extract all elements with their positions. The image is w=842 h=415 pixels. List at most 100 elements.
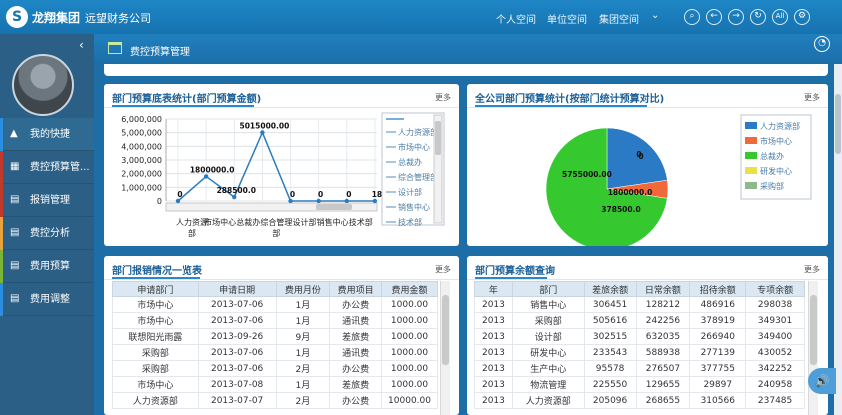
- table-row[interactable]: 人力资源部 2013-07-07 2月 办公费 10000.00: [112, 392, 438, 409]
- search-icon[interactable]: ⌕: [684, 9, 700, 25]
- table-cell: 2013: [474, 392, 513, 409]
- page-scrollbar-thumb[interactable]: [835, 94, 841, 154]
- sidebar-item-expense-budget-plan[interactable]: ▤ 费用预算: [0, 250, 94, 283]
- table-cell: 588938: [635, 344, 691, 361]
- pie-data-label: 1800000.0: [608, 188, 653, 197]
- balance-table-scrollbar[interactable]: [808, 281, 818, 415]
- legend-label: 人力资源部: [760, 121, 800, 131]
- table-row[interactable]: 市场中心 2013-07-06 1月 办公费 1000.00: [112, 296, 438, 313]
- expense-header-cell[interactable]: 申请日期: [197, 281, 277, 297]
- table-row[interactable]: 2013 采购部 505616 242256 378919 349301: [474, 312, 805, 329]
- breadcrumb: 费控预算管理 ◔: [94, 34, 842, 64]
- table-row[interactable]: 2013 物流管理 225550 129655 29897 240958: [474, 376, 805, 393]
- data-label: 0: [318, 190, 323, 199]
- table-row[interactable]: 2013 设计部 302515 632035 266940 349400: [474, 328, 805, 345]
- module-icon: [108, 42, 122, 54]
- expense-table-scrollbar[interactable]: [440, 281, 450, 415]
- panel-dept-budget-chart: 部门预算底表统计(部门预算金额) 更多 6,000,000 5,000,000 4,…: [104, 84, 459, 246]
- table-cell: 1月: [275, 296, 331, 313]
- collapse-sidebar-icon[interactable]: ‹: [79, 38, 84, 52]
- speaker-icon[interactable]: 🔊: [808, 368, 836, 394]
- legend-label: 总裁办: [760, 151, 784, 161]
- table-row[interactable]: 市场中心 2013-07-08 1月 差旅费 1000.00: [112, 376, 438, 393]
- table-cell: 2013: [474, 344, 513, 361]
- balance-header-cell[interactable]: 专项余额: [745, 281, 805, 297]
- x-tick-label: 市场中心: [204, 217, 236, 227]
- x-tick-label: 总裁办: [236, 217, 260, 227]
- table-cell: 128212: [635, 296, 691, 313]
- more-link[interactable]: 更多: [804, 264, 820, 275]
- table-row[interactable]: 联想阳光雨露 2013-09-26 9月 差旅费 1000.00: [112, 328, 438, 345]
- refresh-icon[interactable]: ↻: [750, 9, 766, 25]
- scrollbar-thumb[interactable]: [442, 295, 449, 365]
- avatar[interactable]: [12, 54, 74, 116]
- company-name: 龙翔集团: [32, 11, 81, 25]
- sidebar-item-expense-adjust[interactable]: ▤ 费用调整: [0, 283, 94, 316]
- expense-header-cell[interactable]: 费用项目: [329, 281, 383, 297]
- table-cell: 市场中心: [112, 312, 199, 329]
- balance-header-cell[interactable]: 部门: [511, 281, 585, 297]
- table-cell: 2013: [474, 376, 513, 393]
- all-icon[interactable]: All: [772, 9, 788, 25]
- sidebar-item-cost-analysis[interactable]: ▤ 费控分析: [0, 217, 94, 250]
- legend-label: 市场中心: [398, 142, 430, 152]
- chevron-down-icon[interactable]: ⌄: [651, 10, 659, 21]
- table-cell: 市场中心: [112, 376, 199, 393]
- clock-icon[interactable]: ◔: [814, 36, 830, 52]
- doc-icon: ▤: [10, 260, 20, 271]
- legend-label: 设计部: [398, 187, 422, 197]
- page-scrollbar[interactable]: [834, 64, 842, 415]
- sidebar-item-expense-budget[interactable]: ▦ 费控预算管...: [0, 151, 94, 184]
- sidebar-accent: [0, 118, 3, 151]
- legend-swatch: [745, 137, 757, 144]
- table-cell: 2013-07-06: [197, 344, 277, 361]
- panel-header: 部门预算余额查询 更多: [467, 256, 828, 280]
- nav-personal-space[interactable]: 个人空间: [496, 11, 536, 26]
- table-row[interactable]: 市场中心 2013-07-06 1月 通讯费 1000.00: [112, 312, 438, 329]
- sidebar-item-my-shortcuts[interactable]: ▲ 我的快捷: [0, 118, 94, 151]
- more-link[interactable]: 更多: [435, 264, 451, 275]
- back-icon[interactable]: ←: [706, 9, 722, 25]
- table-row[interactable]: 2013 销售中心 306451 128212 486916 298038: [474, 296, 805, 313]
- panel-header: 部门报销情况一览表 更多: [104, 256, 459, 280]
- table-cell: 310566: [689, 392, 747, 409]
- legend-swatch: [745, 122, 757, 129]
- table-cell: 研发中心: [511, 344, 585, 361]
- legend-label: 研发中心: [760, 166, 792, 176]
- table-cell: 办公费: [329, 360, 383, 377]
- table-cell: 2013: [474, 296, 513, 313]
- nav-group-space[interactable]: 集团空间: [599, 11, 639, 26]
- balance-header-cell[interactable]: 日常余额: [635, 281, 691, 297]
- table-row[interactable]: 采购部 2013-07-06 1月 通讯费 1000.00: [112, 344, 438, 361]
- expense-header-cell[interactable]: 费用金额: [381, 281, 438, 297]
- table-cell: 市场中心: [112, 296, 199, 313]
- expense-header-cell[interactable]: 申请部门: [112, 281, 199, 297]
- balance-header-cell[interactable]: 差旅余额: [583, 281, 637, 297]
- settings-icon[interactable]: ⚙: [794, 9, 810, 25]
- balance-header-cell[interactable]: 招待余额: [689, 281, 747, 297]
- table-cell: 2013: [474, 312, 513, 329]
- forward-icon[interactable]: →: [728, 9, 744, 25]
- title-underline: [475, 105, 647, 107]
- more-link[interactable]: 更多: [435, 92, 451, 103]
- y-tick-label: 5,000,000: [121, 129, 162, 138]
- table-row[interactable]: 2013 研发中心 233543 588938 277139 430052: [474, 344, 805, 361]
- scrollbar-thumb[interactable]: [810, 295, 817, 365]
- table-cell: 10000.00: [381, 392, 438, 409]
- data-point: [316, 198, 321, 204]
- more-link[interactable]: 更多: [804, 92, 820, 103]
- x-tick-label: 部: [272, 228, 280, 238]
- balance-header-cell[interactable]: 年: [474, 281, 513, 297]
- table-row[interactable]: 2013 生产中心 95578 276507 377755 342252: [474, 360, 805, 377]
- doc-icon: ▤: [10, 194, 20, 205]
- table-cell: 240958: [745, 376, 805, 393]
- table-row[interactable]: 2013 人力资源部 205096 268655 310566 237485: [474, 392, 805, 409]
- table-row[interactable]: 采购部 2013-07-06 2月 办公费 1000.00: [112, 360, 438, 377]
- expense-header-cell[interactable]: 费用月份: [275, 281, 331, 297]
- sidebar-item-reimbursement[interactable]: ▤ 报销管理: [0, 184, 94, 217]
- sidebar: ‹ ✓1人 ▲ 我的快捷 ▦ 费控预算管... ▤ 报销管理 ▤ 费控分析 ▤ …: [0, 34, 94, 415]
- table-cell: 276507: [635, 360, 691, 377]
- nav-unit-space[interactable]: 单位空间: [547, 11, 587, 26]
- table-cell: 9月: [275, 328, 331, 345]
- table-cell: 人力资源部: [511, 392, 585, 409]
